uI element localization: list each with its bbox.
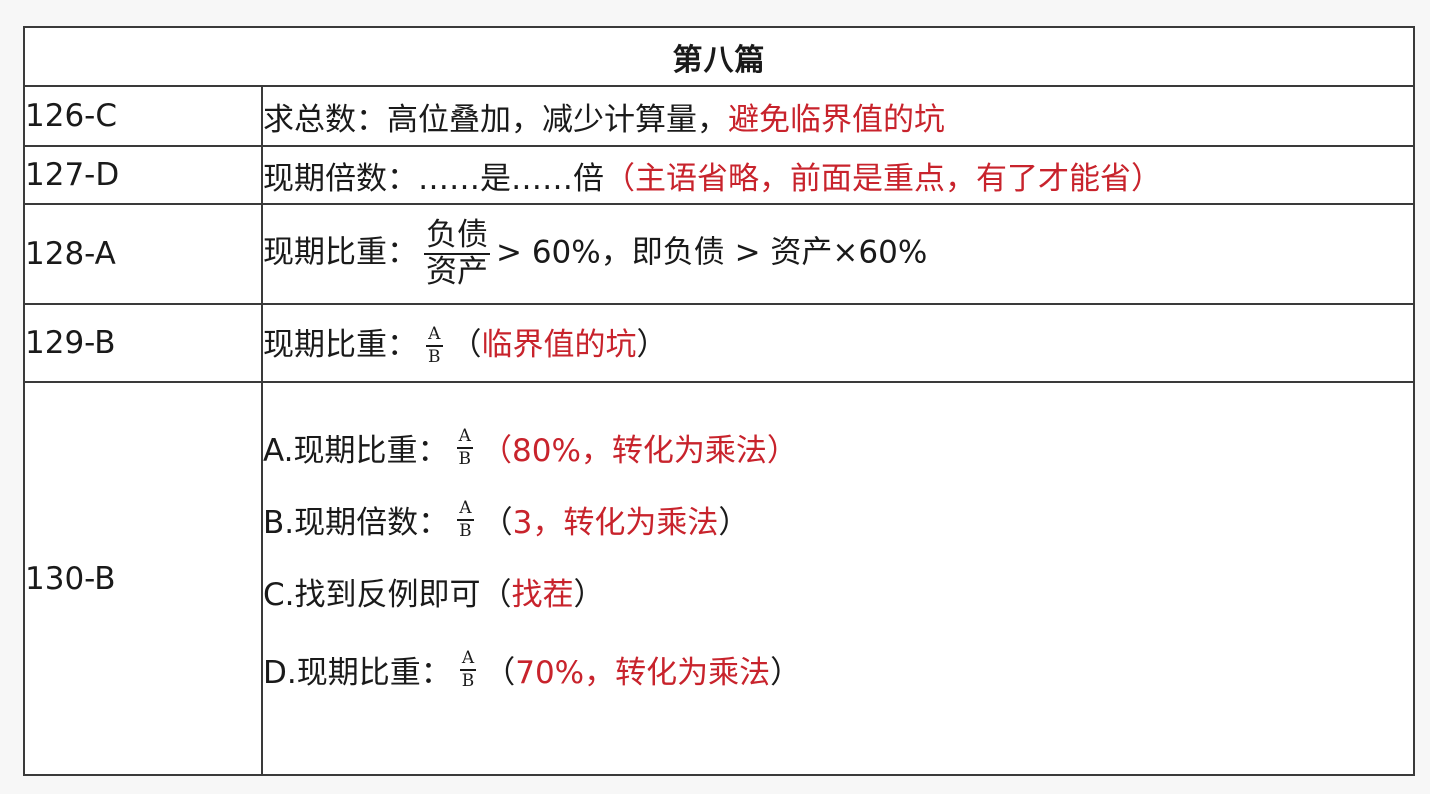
note-highlight: 避免临界值的坑 bbox=[728, 101, 945, 138]
option-highlight: 3，转化为乘法 bbox=[512, 505, 719, 541]
option-item-d: D.现期比重： A B （70%，转化为乘法） bbox=[263, 628, 1413, 712]
option-highlight: 80%，转化为乘法 bbox=[512, 433, 767, 469]
fraction: 负债 资产 bbox=[424, 219, 490, 289]
fraction: AB bbox=[426, 325, 443, 367]
fraction: AB bbox=[459, 647, 477, 691]
fraction: AB bbox=[457, 499, 474, 541]
option-label: D.现期比重： bbox=[263, 655, 452, 691]
open-paren: （ bbox=[484, 655, 516, 691]
note-text-suffix: > 60%，即负债 > 资产×60% bbox=[496, 234, 928, 271]
option-highlight: 找茬 bbox=[511, 577, 574, 613]
note-text: 现期比重： bbox=[263, 326, 418, 363]
fraction-numerator: A bbox=[428, 324, 441, 345]
table-row: 128-A 现期比重： 负债 资产 > 60%，即负债 > 资产×60% bbox=[23, 203, 1415, 305]
question-id: 130-B bbox=[23, 381, 263, 776]
close-paren: ） bbox=[766, 433, 798, 469]
table-row: 126-C 求总数：高位叠加，减少计算量，避免临界值的坑 bbox=[23, 85, 1415, 147]
fraction-numerator: 负债 bbox=[426, 217, 488, 253]
open-paren: （ bbox=[481, 433, 513, 469]
fraction-numerator: A bbox=[459, 497, 472, 518]
answer-table: 第八篇 126-C 求总数：高位叠加，减少计算量，避免临界值的坑 127-D 现… bbox=[23, 26, 1415, 776]
fraction-denominator: B bbox=[458, 448, 472, 469]
note-highlight: 临界值的坑 bbox=[481, 326, 637, 363]
fraction-numerator: A bbox=[458, 425, 471, 446]
close-paren: ） bbox=[636, 326, 668, 363]
answer-note: 求总数：高位叠加，减少计算量，避免临界值的坑 bbox=[261, 85, 1415, 147]
fraction-denominator: B bbox=[461, 670, 475, 691]
close-paren: ） bbox=[718, 505, 750, 541]
open-paren: （ bbox=[450, 326, 482, 363]
table-row: 130-B A.现期比重： A B （80%，转化为乘法） B.现期倍数： A B （3，转… bbox=[23, 381, 1415, 776]
option-item-a: A.现期比重： A B （80%，转化为乘法） bbox=[263, 412, 1413, 484]
open-paren: （ bbox=[480, 577, 512, 613]
fraction-denominator: 资产 bbox=[426, 254, 488, 290]
answer-note: 现期倍数：……是……倍（主语省略，前面是重点，有了才能省） bbox=[261, 145, 1415, 205]
option-highlight: 70%，转化为乘法 bbox=[515, 655, 771, 691]
question-id: 126-C bbox=[23, 85, 263, 147]
option-label: B.现期倍数： bbox=[263, 505, 450, 541]
option-list: A.现期比重： A B （80%，转化为乘法） B.现期倍数： A B （3，转化为乘法） … bbox=[263, 394, 1413, 764]
fraction: AB bbox=[456, 425, 474, 469]
note-text: 现期倍数：……是……倍 bbox=[263, 160, 604, 197]
close-paren: ） bbox=[770, 655, 802, 691]
document-page: 第八篇 126-C 求总数：高位叠加，减少计算量，避免临界值的坑 127-D 现… bbox=[0, 0, 1430, 794]
question-id: 128-A bbox=[23, 203, 263, 305]
option-item-b: B.现期倍数： A B （3，转化为乘法） bbox=[263, 484, 1413, 556]
fraction-denominator: B bbox=[459, 520, 472, 541]
option-label: A.现期比重： bbox=[263, 433, 449, 469]
note-text: 求总数：高位叠加，减少计算量， bbox=[263, 101, 728, 138]
option-item-c: C.找到反例即可（找茬） bbox=[263, 556, 1413, 628]
note-text: 现期比重： bbox=[263, 234, 418, 271]
table-row: 127-D 现期倍数：……是……倍（主语省略，前面是重点，有了才能省） bbox=[23, 145, 1415, 205]
table-row: 129-B 现期比重： A B （临界值的坑） bbox=[23, 303, 1415, 383]
answer-note: 现期比重： 负债 资产 > 60%，即负债 > 资产×60% bbox=[261, 203, 1415, 305]
question-id: 129-B bbox=[23, 303, 263, 383]
table-header-row: 第八篇 bbox=[23, 26, 1415, 87]
question-id: 127-D bbox=[23, 145, 263, 205]
option-label: C.找到反例即可 bbox=[263, 577, 481, 613]
note-highlight: （主语省略，前面是重点，有了才能省） bbox=[604, 160, 1162, 197]
open-paren: （ bbox=[481, 505, 513, 541]
close-paren: ） bbox=[573, 577, 605, 613]
answer-note: 现期比重： A B （临界值的坑） bbox=[261, 303, 1415, 383]
table-title: 第八篇 bbox=[23, 26, 1415, 87]
fraction-denominator: B bbox=[428, 347, 441, 368]
fraction-numerator: A bbox=[461, 647, 475, 668]
answer-note: A.现期比重： A B （80%，转化为乘法） B.现期倍数： A B （3，转化为乘法） … bbox=[261, 381, 1415, 776]
